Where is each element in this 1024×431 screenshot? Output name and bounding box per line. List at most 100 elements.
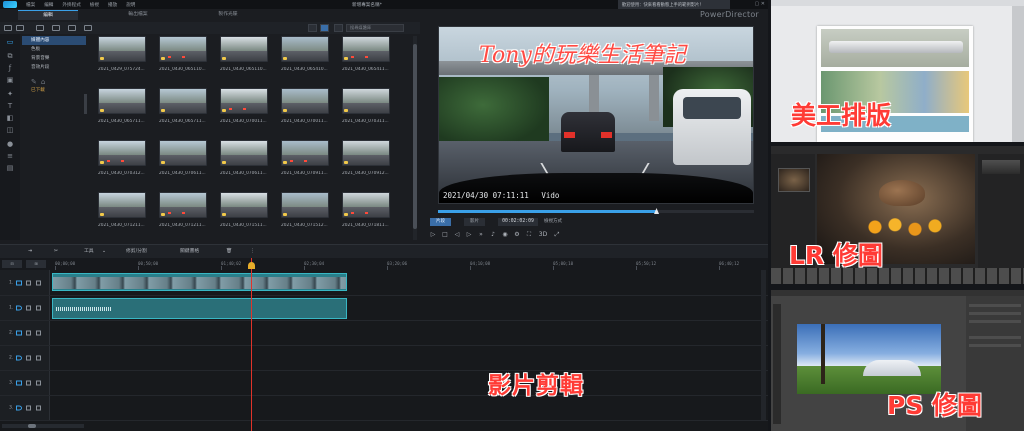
playhead-line[interactable] <box>251 258 252 431</box>
track-enable-checkbox[interactable] <box>26 355 31 361</box>
clip-mode-button[interactable]: 片段 <box>430 218 451 226</box>
tree-item-color-boards[interactable]: 色板 <box>22 45 86 54</box>
preview-video[interactable]: 2021/04/30 07:11:11 Vido Tony的玩樂生活筆記 <box>438 26 754 204</box>
library-scrollbar[interactable] <box>413 36 417 240</box>
media-thumbnail[interactable]: 2021_0430_065410... <box>281 36 331 88</box>
media-thumbnail[interactable]: 2021_0430_071511... <box>220 192 270 244</box>
tree-scroll-handle[interactable] <box>84 94 87 114</box>
tree-item-bgm[interactable]: 背景音樂 <box>22 54 86 63</box>
tab-create-disc[interactable]: 製作光碟 <box>198 10 258 20</box>
plugin-icon[interactable] <box>16 25 24 31</box>
media-thumbnail[interactable]: 2021_0430_071811... <box>342 192 392 244</box>
zoom-out-button[interactable]: ⊟ <box>2 260 22 268</box>
track-enable-checkbox[interactable] <box>26 280 31 285</box>
ps-toolbox[interactable] <box>773 304 781 424</box>
preview-scrubber[interactable] <box>438 208 754 214</box>
particle-room-icon[interactable]: ✦ <box>5 90 15 98</box>
subtitle-room-icon[interactable]: ▤ <box>5 164 15 172</box>
tree-item-downloaded[interactable]: 已下載 <box>22 86 86 95</box>
stop-icon[interactable]: □ <box>440 230 450 240</box>
voiceover-icon[interactable]: ● <box>5 140 15 148</box>
notification-banner[interactable]: 歡迎使用：快來看看動態上手的範例影片！ <box>618 0 730 9</box>
menu-edit[interactable]: 編輯 <box>44 2 53 8</box>
track-row-video[interactable]: 1. <box>0 270 768 296</box>
playhead-handle[interactable] <box>248 262 255 269</box>
media-thumbnail[interactable]: 2021_0430_071512... <box>281 192 331 244</box>
title-room-icon[interactable]: T <box>5 102 15 110</box>
color-filter-icon[interactable] <box>84 25 92 31</box>
lock-icon[interactable] <box>36 280 41 285</box>
audio-clip[interactable] <box>52 298 347 319</box>
movie-mode-button[interactable]: 影片 <box>464 218 485 226</box>
expand-icon[interactable]: ⤢ <box>552 230 562 240</box>
scissors-icon[interactable]: ✂ <box>54 248 58 256</box>
tab-produce[interactable]: 輸出檔案 <box>108 10 168 20</box>
fullscreen-icon[interactable]: ⛶ <box>524 230 534 240</box>
track-enable-checkbox[interactable] <box>26 305 31 311</box>
media-thumbnail[interactable]: 2021_0430_070011... <box>220 88 270 140</box>
menu-playback[interactable]: 播放 <box>108 2 117 8</box>
lock-icon[interactable] <box>36 355 41 361</box>
image-filter-icon[interactable] <box>52 25 60 31</box>
prev-frame-icon[interactable]: ◁ <box>452 230 462 240</box>
track-enable-checkbox[interactable] <box>26 380 31 386</box>
lock-icon[interactable] <box>36 330 41 336</box>
media-thumbnail[interactable]: 2021_0430_070011... <box>281 88 331 140</box>
media-thumbnail[interactable]: 2021_0430_065711... <box>98 88 148 140</box>
menu-help[interactable]: 說明 <box>126 2 135 8</box>
menu-plugins[interactable]: 外掛程式 <box>62 2 80 8</box>
video-filter-icon[interactable] <box>36 25 44 31</box>
transition-room-icon[interactable]: ◧ <box>5 114 15 122</box>
large-icon-button[interactable] <box>334 24 343 32</box>
tree-tool-icons[interactable]: ✎⌂ <box>22 78 86 86</box>
media-thumbnail[interactable]: 2021_0430_070912... <box>342 140 392 192</box>
menu-file[interactable]: 檔案 <box>26 2 35 8</box>
media-thumbnail[interactable]: 2021_0430_065711... <box>159 88 209 140</box>
video-clip[interactable] <box>52 273 347 291</box>
lock-icon[interactable] <box>36 405 41 411</box>
timeline-scroll-knob[interactable] <box>28 424 36 428</box>
media-room-icon[interactable]: ▭ <box>5 38 15 46</box>
track-row-video[interactable]: 2. <box>0 321 768 346</box>
library-search-input[interactable]: 搜尋媒體庫 <box>346 24 404 32</box>
media-thumbnail[interactable]: 2021_0430_070611... <box>220 140 270 192</box>
next-frame-icon[interactable]: ▷ <box>464 230 474 240</box>
import-media-icon[interactable] <box>4 25 12 31</box>
track-manager-icon[interactable]: ⇥ <box>28 248 32 256</box>
timeline-v-scrollbar[interactable] <box>761 270 766 420</box>
fast-forward-icon[interactable]: » <box>476 230 486 240</box>
ps-canvas[interactable] <box>797 324 941 394</box>
grid-view-button[interactable] <box>320 24 329 32</box>
tree-item-media[interactable]: 媒體內容 <box>22 36 86 45</box>
lock-icon[interactable] <box>36 305 41 311</box>
media-thumbnail[interactable]: 2021_0430_065110... <box>220 36 270 88</box>
timeline-h-scrollbar[interactable] <box>2 424 84 428</box>
track-row-audio[interactable]: 3. <box>0 396 768 421</box>
tab-edit[interactable]: 編輯 <box>18 10 78 20</box>
media-thumbnail[interactable]: 2021_0429_075724... <box>98 36 148 88</box>
view-mode-dropdown[interactable]: 檢視方式 <box>544 218 562 226</box>
settings-icon[interactable]: ⚙ <box>512 230 522 240</box>
media-thumbnail[interactable]: 2021_0430_065110... <box>159 36 209 88</box>
track-row-audio[interactable]: 1. <box>0 296 768 321</box>
window-controls[interactable]: ▢ ✕ <box>754 1 765 7</box>
media-thumbnail[interactable]: 2021_0430_070911... <box>281 140 331 192</box>
library-scroll-handle[interactable] <box>413 44 417 229</box>
3d-toggle[interactable]: 3D <box>536 230 550 240</box>
media-thumbnail[interactable]: 2021_0430_071211... <box>98 192 148 244</box>
track-row-video[interactable]: 3. <box>0 371 768 396</box>
media-thumbnail[interactable]: 2021_0430_070611... <box>159 140 209 192</box>
menu-view[interactable]: 檢視 <box>90 2 99 8</box>
fx-room-icon[interactable]: ⧉ <box>5 52 15 60</box>
media-thumbnail[interactable]: 2021_0430_071211... <box>159 192 209 244</box>
lr-nav-thumbnail[interactable] <box>778 168 810 192</box>
media-thumbnail[interactable]: 2021_0430_065411... <box>342 36 392 88</box>
track-enable-checkbox[interactable] <box>26 405 31 411</box>
list-view-button[interactable] <box>308 24 317 32</box>
lock-icon[interactable] <box>36 380 41 386</box>
timeline-ruler[interactable]: ⊟ ⊞ 00;00;00 00;50;00 01;40;02 02;30;04 03;2… <box>0 258 768 270</box>
trash-icon[interactable]: 🗑 <box>226 248 232 256</box>
chevron-down-icon[interactable]: ⌄ <box>102 248 106 256</box>
timecode-display[interactable]: 00:02:02:09 <box>498 218 538 226</box>
tools-dropdown[interactable]: 工具 <box>84 248 94 256</box>
